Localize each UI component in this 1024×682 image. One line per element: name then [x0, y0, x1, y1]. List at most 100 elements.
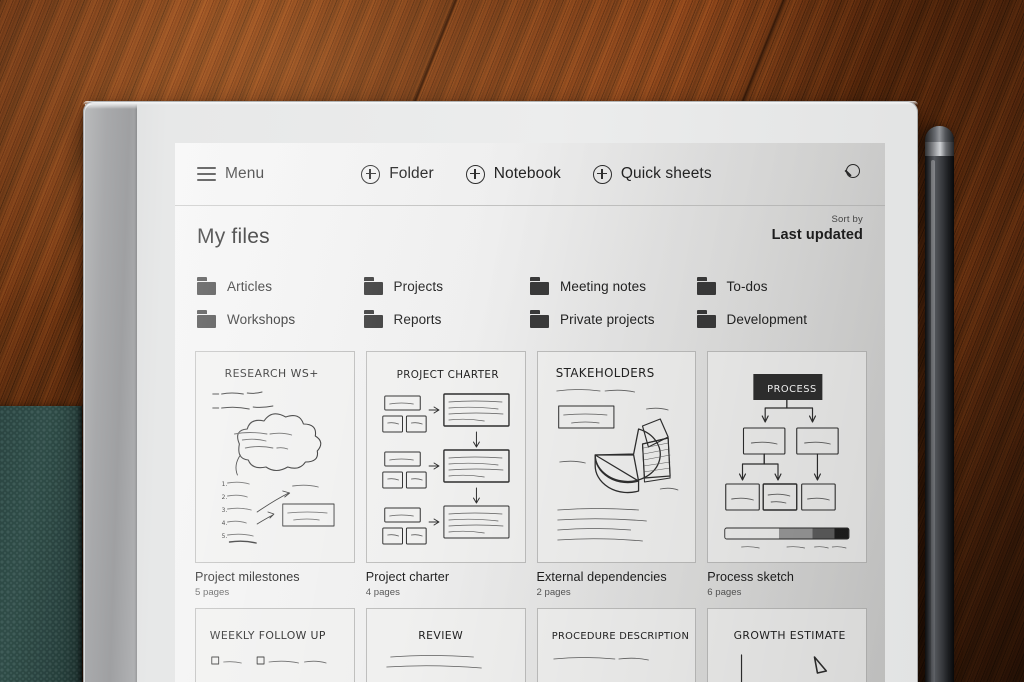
sketch-process: PROCESS	[724, 374, 850, 549]
page-title: My files	[197, 225, 270, 248]
folder-item-development[interactable]: Development	[696, 310, 864, 328]
file-card-review[interactable]: REVIEW Review	[365, 608, 526, 682]
file-title: External dependencies	[536, 570, 667, 584]
hamburger-icon	[197, 167, 216, 181]
folder-label: Articles	[227, 278, 273, 294]
sketch-stakeholders: STAKEHOLDERS	[555, 366, 678, 542]
file-page-count: 2 pages	[536, 587, 571, 598]
folder-label: Projects	[393, 278, 444, 294]
file-page-count: 5 pages	[195, 587, 230, 598]
tablet-left-bezel	[85, 104, 137, 682]
svg-text:PROCEDURE DESCRIPTION: PROCEDURE DESCRIPTION	[551, 631, 688, 642]
notebook-thumbnail: REVIEW	[365, 608, 526, 682]
menu-label: Menu	[225, 165, 265, 182]
folder-item-to-dos[interactable]: To-dos	[696, 277, 864, 295]
stylus-pen[interactable]	[925, 126, 954, 682]
folder-icon	[363, 277, 384, 295]
file-card-growth-estimate[interactable]: GROWTH ESTIMATE Growth estimate	[707, 608, 867, 682]
svg-text:PROCESS: PROCESS	[767, 384, 817, 395]
file-card-project-milestones[interactable]: RESEARCH WS+ 1. 2. 3. 4. 5. Project mile…	[195, 351, 355, 598]
sketch-weekly-follow-up: WEEKLY FOLLOW UP	[210, 629, 327, 665]
sketch-review: REVIEW	[386, 629, 482, 669]
folder-icon	[197, 277, 217, 295]
folder-label: Development	[726, 311, 808, 327]
sketch-procedure-description: PROCEDURE DESCRIPTION	[551, 631, 688, 661]
svg-text:RESEARCH WS+: RESEARCH WS+	[225, 367, 319, 380]
svg-text:3.: 3.	[222, 507, 228, 514]
search-icon	[841, 164, 861, 184]
svg-text:PROJECT CHARTER: PROJECT CHARTER	[396, 369, 498, 381]
folder-item-projects[interactable]: Projects	[363, 277, 531, 295]
new-quick-sheets-button[interactable]: Quick sheets	[592, 164, 712, 184]
notebook-thumbnail: STAKEHOLDERS	[536, 351, 697, 563]
notebook-thumbnail: PROCESS	[707, 351, 867, 563]
sort-by-label: Sort by	[831, 214, 863, 225]
notebook-thumbnail: PROJECT CHARTER	[365, 351, 526, 563]
svg-text:WEEKLY FOLLOW UP: WEEKLY FOLLOW UP	[210, 629, 326, 642]
notebook-thumbnail: PROCEDURE DESCRIPTION	[536, 608, 697, 682]
tablet-screen: Menu Folder Notebook Quick sheets My fil…	[175, 143, 885, 682]
plus-circle-icon	[465, 164, 485, 184]
file-title: Process sketch	[707, 570, 795, 584]
folder-label: To-dos	[726, 278, 768, 294]
svg-text:4.: 4.	[222, 520, 228, 527]
folder-label: Reports	[393, 311, 442, 327]
new-notebook-button[interactable]: Notebook	[465, 164, 561, 184]
top-toolbar: Menu Folder Notebook Quick sheets	[175, 143, 885, 206]
stylus-metal-ring	[925, 142, 954, 156]
green-leather-folio	[0, 406, 82, 682]
svg-text:1.: 1.	[222, 481, 228, 488]
stylus-highlight	[931, 160, 935, 682]
file-title: Project charter	[365, 570, 450, 584]
file-card-weekly-follow-up[interactable]: WEEKLY FOLLOW UP Weekly follow up	[195, 608, 355, 682]
folder-grid: Articles Projects Meeting notes To-dos W…	[197, 277, 863, 328]
folder-item-meeting-notes[interactable]: Meeting notes	[530, 277, 697, 295]
sketch-research-ws: RESEARCH WS+ 1. 2. 3. 4. 5.	[212, 367, 335, 544]
file-page-count: 4 pages	[365, 587, 400, 598]
menu-button[interactable]: Menu	[197, 165, 264, 183]
folder-item-workshops[interactable]: Workshops	[197, 310, 364, 328]
svg-text:5.: 5.	[222, 533, 228, 540]
file-card-external-dependencies[interactable]: STAKEHOLDERS External dependencies 2 pag…	[536, 351, 697, 598]
folder-icon	[696, 277, 717, 295]
file-page-count: 6 pages	[707, 587, 742, 598]
e-ink-tablet: Menu Folder Notebook Quick sheets My fil…	[83, 101, 918, 682]
folder-icon	[696, 310, 717, 328]
new-folder-label: Folder	[389, 165, 434, 182]
folder-icon	[363, 310, 384, 328]
notebook-thumbnail: WEEKLY FOLLOW UP	[195, 608, 355, 682]
sort-control[interactable]: Sort by Last updated	[772, 214, 863, 243]
new-notebook-label: Notebook	[493, 165, 561, 182]
screenshot-scene: Menu Folder Notebook Quick sheets My fil…	[0, 0, 1024, 682]
page-header: My files Sort by Last updated	[175, 205, 885, 271]
file-card-project-charter[interactable]: PROJECT CHARTER Project charter 4 pages	[365, 351, 526, 598]
notebook-thumbnail: RESEARCH WS+ 1. 2. 3. 4. 5.	[195, 351, 355, 563]
folder-icon	[530, 277, 550, 295]
new-folder-button[interactable]: Folder	[361, 164, 434, 184]
folder-label: Meeting notes	[560, 278, 647, 294]
sketch-growth-estimate: GROWTH ESTIMATE	[734, 629, 846, 682]
folder-icon	[197, 310, 217, 328]
file-card-process-sketch[interactable]: PROCESS Process sketch 6 pages	[707, 351, 867, 598]
plus-circle-icon	[361, 164, 381, 184]
folder-item-private-projects[interactable]: Private projects	[530, 310, 697, 328]
search-button[interactable]	[841, 164, 861, 184]
tablet-top-highlight	[83, 101, 918, 105]
svg-text:STAKEHOLDERS: STAKEHOLDERS	[555, 366, 654, 380]
plus-circle-icon	[592, 164, 612, 184]
sort-by-value: Last updated	[771, 227, 863, 243]
file-title: Project milestones	[195, 570, 300, 584]
svg-text:REVIEW: REVIEW	[418, 629, 463, 642]
svg-text:2.: 2.	[222, 494, 228, 501]
folder-item-reports[interactable]: Reports	[363, 310, 531, 328]
folder-label: Private projects	[560, 311, 655, 327]
sketch-project-charter: PROJECT CHARTER	[382, 369, 510, 545]
folder-item-articles[interactable]: Articles	[197, 277, 364, 295]
svg-text:GROWTH ESTIMATE: GROWTH ESTIMATE	[734, 629, 846, 642]
file-card-procedure-description[interactable]: PROCEDURE DESCRIPTION Procedure descript…	[536, 608, 697, 682]
file-grid: RESEARCH WS+ 1. 2. 3. 4. 5. Project mile…	[195, 351, 867, 682]
folio-edge	[77, 406, 82, 682]
folder-icon	[530, 310, 550, 328]
folder-label: Workshops	[227, 311, 296, 327]
quick-sheets-label: Quick sheets	[620, 165, 712, 182]
